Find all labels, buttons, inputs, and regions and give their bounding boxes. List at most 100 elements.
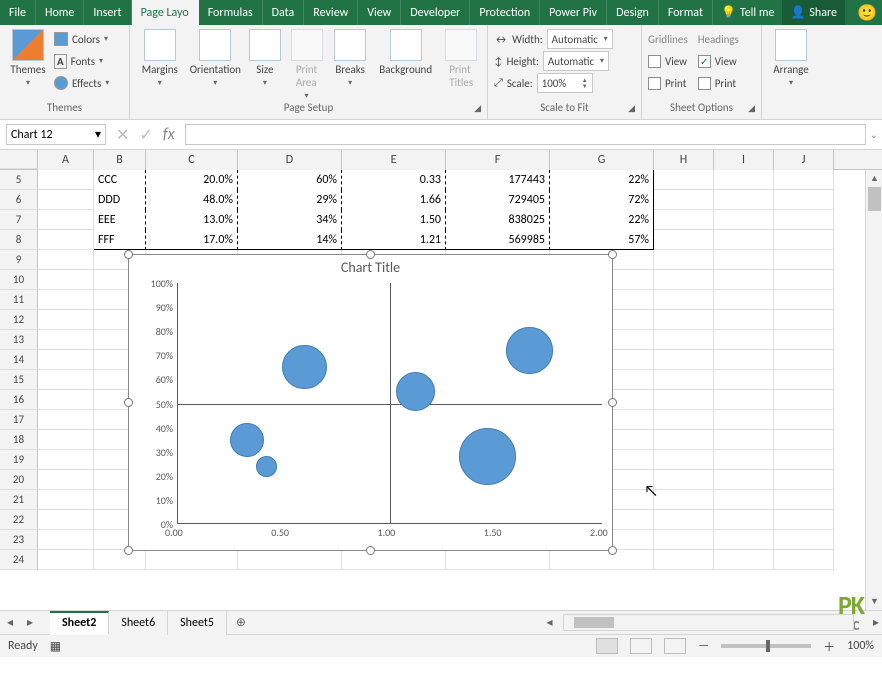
cell[interactable]: 60% — [238, 170, 342, 190]
cell[interactable] — [38, 430, 94, 450]
row-header[interactable]: 16 — [0, 390, 38, 410]
tab-formulas[interactable]: Formulas — [199, 0, 263, 25]
scroll-thumb[interactable] — [574, 617, 614, 628]
cell[interactable] — [774, 270, 834, 290]
cell[interactable] — [714, 290, 774, 310]
cell[interactable] — [654, 550, 714, 570]
cell[interactable] — [714, 350, 774, 370]
sheet-tab[interactable]: Sheet6 — [109, 611, 168, 635]
tab-file[interactable]: File — [0, 0, 36, 25]
cell[interactable] — [774, 230, 834, 250]
cell[interactable] — [714, 530, 774, 550]
feedback-smile-icon[interactable]: 🙂 — [852, 0, 882, 25]
scroll-up-icon[interactable]: ▲ — [866, 170, 882, 187]
col-header[interactable]: G — [550, 150, 654, 170]
tab-review[interactable]: Review — [304, 0, 358, 25]
cell[interactable] — [38, 230, 94, 250]
row-header[interactable]: 6 — [0, 190, 38, 210]
cell[interactable] — [714, 210, 774, 230]
resize-handle[interactable] — [124, 398, 133, 407]
cell[interactable] — [714, 550, 774, 570]
cell[interactable] — [774, 450, 834, 470]
name-box[interactable]: Chart 12 ▾ — [6, 124, 106, 145]
chart-object[interactable]: Chart Title 0.000.501.001.502.000%10%20%… — [128, 254, 613, 551]
cell[interactable]: EEE — [94, 210, 146, 230]
cell[interactable] — [94, 550, 146, 570]
cell[interactable] — [654, 490, 714, 510]
cancel-formula-icon[interactable]: ✕ — [116, 125, 129, 145]
row-header[interactable]: 5 — [0, 170, 38, 190]
row-header[interactable]: 9 — [0, 250, 38, 270]
formula-bar[interactable] — [185, 124, 866, 145]
cell[interactable] — [774, 530, 834, 550]
cell[interactable] — [774, 330, 834, 350]
cell[interactable] — [714, 490, 774, 510]
cell[interactable] — [774, 510, 834, 530]
cell[interactable] — [654, 390, 714, 410]
cell[interactable] — [714, 190, 774, 210]
cell[interactable] — [38, 310, 94, 330]
cell[interactable] — [342, 550, 446, 570]
scroll-down-icon[interactable]: ▼ — [866, 593, 882, 610]
cell[interactable] — [774, 210, 834, 230]
cell[interactable]: FFF — [94, 230, 146, 250]
cell[interactable] — [38, 390, 94, 410]
cell[interactable] — [774, 370, 834, 390]
scroll-thumb[interactable] — [868, 187, 881, 211]
resize-handle[interactable] — [608, 398, 617, 407]
tab-home[interactable]: Home — [36, 0, 84, 25]
cell[interactable] — [774, 310, 834, 330]
cell[interactable] — [38, 210, 94, 230]
tab-view[interactable]: View — [358, 0, 401, 25]
resize-handle[interactable] — [124, 546, 133, 555]
cell[interactable]: 177443 — [446, 170, 550, 190]
cell[interactable] — [654, 170, 714, 190]
resize-handle[interactable] — [366, 546, 375, 555]
col-header[interactable]: D — [238, 150, 342, 170]
cell[interactable] — [550, 550, 654, 570]
hscroll-right-icon[interactable]: ▸ — [870, 615, 882, 630]
chart-bubble[interactable] — [396, 372, 435, 411]
fx-icon[interactable]: fx — [163, 125, 175, 144]
chart-bubble[interactable] — [506, 327, 553, 374]
tab-protection[interactable]: Protection — [470, 0, 540, 25]
gridlines-print-check[interactable]: Print — [648, 73, 688, 93]
row-header[interactable]: 24 — [0, 550, 38, 570]
view-page-layout-button[interactable] — [630, 638, 652, 654]
cell[interactable] — [38, 450, 94, 470]
height-select[interactable]: Automatic▾ — [543, 51, 609, 71]
dialog-launcher-icon[interactable]: ◢ — [748, 103, 755, 114]
cell[interactable] — [714, 310, 774, 330]
cell[interactable] — [38, 290, 94, 310]
cell[interactable] — [774, 490, 834, 510]
cell[interactable] — [714, 330, 774, 350]
horizontal-scrollbar[interactable] — [563, 614, 854, 631]
fonts-button[interactable]: AFonts▾ — [54, 51, 109, 71]
print-area-button[interactable]: Print Area▾ — [287, 29, 327, 101]
view-normal-button[interactable] — [596, 638, 618, 654]
cell[interactable]: 1.66 — [342, 190, 446, 210]
cell[interactable]: 22% — [550, 210, 654, 230]
chart-bubble[interactable] — [459, 428, 516, 485]
view-page-break-button[interactable] — [664, 638, 686, 654]
tab-power-pivot[interactable]: Power Piv — [540, 0, 607, 25]
cell[interactable] — [774, 290, 834, 310]
cell[interactable] — [714, 250, 774, 270]
cell[interactable]: 29% — [238, 190, 342, 210]
cell[interactable] — [714, 270, 774, 290]
cell[interactable] — [38, 530, 94, 550]
enter-formula-icon[interactable]: ✓ — [139, 125, 152, 145]
cell[interactable]: 57% — [550, 230, 654, 250]
sheet-nav-prev[interactable]: ◂ — [0, 615, 20, 630]
cell[interactable] — [654, 450, 714, 470]
resize-handle[interactable] — [366, 250, 375, 259]
cell[interactable] — [654, 290, 714, 310]
cell[interactable] — [774, 430, 834, 450]
cell[interactable] — [714, 470, 774, 490]
chart-plot-area[interactable]: 0.000.501.001.502.000%10%20%30%40%50%60%… — [177, 283, 602, 524]
cell[interactable] — [38, 190, 94, 210]
cell[interactable] — [654, 330, 714, 350]
zoom-level[interactable]: 100% — [847, 639, 874, 653]
cell[interactable] — [714, 230, 774, 250]
row-header[interactable]: 7 — [0, 210, 38, 230]
